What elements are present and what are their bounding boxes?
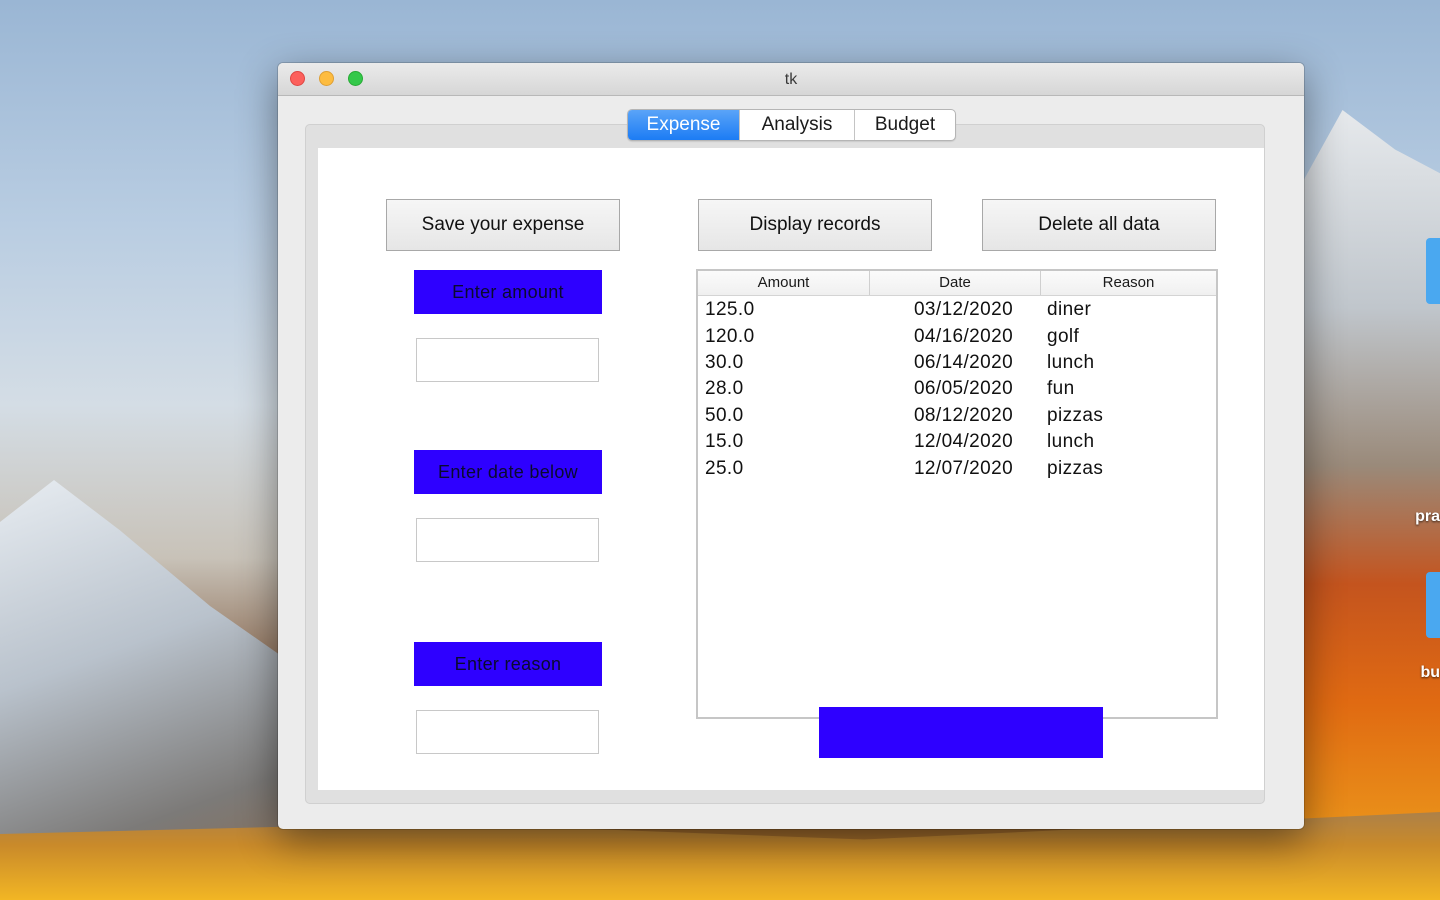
table-row[interactable]: 25.0 12/07/2020 pizzas [698, 455, 1216, 481]
records-table-body: 125.0 03/12/2020 diner 120.0 04/16/2020 … [698, 296, 1216, 482]
tab-analysis[interactable]: Analysis [740, 110, 855, 140]
result-label [819, 707, 1103, 758]
cell-date: 03/12/2020 [913, 299, 1014, 321]
cell-reason: lunch [1047, 351, 1095, 373]
cell-amount: 125.0 [705, 299, 755, 321]
table-row[interactable]: 15.0 12/04/2020 lunch [698, 429, 1216, 455]
cell-reason: golf [1047, 325, 1080, 347]
column-header-amount[interactable]: Amount [698, 271, 870, 295]
date-label: Enter date below [414, 450, 602, 494]
window-title: tk [784, 71, 798, 88]
column-header-reason[interactable]: Reason [1041, 271, 1216, 295]
desktop-file-icon[interactable] [1426, 572, 1440, 638]
cell-reason: diner [1047, 299, 1092, 321]
save-expense-button[interactable]: Save your expense [386, 199, 620, 251]
table-row[interactable]: 28.0 06/05/2020 fun [698, 376, 1216, 402]
app-window: tk Save your expense Display records Del… [278, 63, 1304, 829]
desktop-wallpaper-hillside [1290, 110, 1440, 900]
cell-date: 12/07/2020 [913, 457, 1014, 479]
cell-amount: 15.0 [705, 431, 744, 453]
notebook: Save your expense Display records Delete… [305, 124, 1265, 804]
records-table-header: Amount Date Reason [698, 271, 1216, 296]
cell-date: 06/05/2020 [913, 378, 1014, 400]
reason-label: Enter reason [414, 642, 602, 686]
title-bar[interactable]: tk [278, 63, 1304, 96]
expense-panel: Save your expense Display records Delete… [318, 148, 1264, 790]
cell-amount: 50.0 [705, 404, 744, 426]
table-row[interactable]: 120.0 04/16/2020 golf [698, 323, 1216, 349]
cell-reason: fun [1047, 378, 1075, 400]
cell-date: 06/14/2020 [913, 351, 1014, 373]
table-row[interactable]: 50.0 08/12/2020 pizzas [698, 403, 1216, 429]
reason-input[interactable] [416, 710, 599, 754]
records-table[interactable]: Amount Date Reason 125.0 03/12/2020 dine… [696, 269, 1218, 719]
cell-amount: 28.0 [705, 378, 744, 400]
tab-bar: Expense Analysis Budget [627, 109, 956, 141]
cell-date: 08/12/2020 [913, 404, 1014, 426]
desktop-file-icon[interactable] [1426, 238, 1440, 304]
desktop-file-label[interactable]: pra [1415, 508, 1440, 526]
cell-reason: pizzas [1047, 404, 1104, 426]
cell-reason: pizzas [1047, 457, 1104, 479]
delete-all-data-button[interactable]: Delete all data [982, 199, 1216, 251]
column-header-date[interactable]: Date [870, 271, 1041, 295]
cell-reason: lunch [1047, 431, 1095, 453]
amount-label: Enter amount [414, 270, 602, 314]
display-records-button[interactable]: Display records [698, 199, 932, 251]
cell-amount: 30.0 [705, 351, 744, 373]
tab-expense[interactable]: Expense [628, 110, 740, 140]
table-row[interactable]: 30.0 06/14/2020 lunch [698, 350, 1216, 376]
cell-date: 04/16/2020 [913, 325, 1014, 347]
tab-budget[interactable]: Budget [855, 110, 955, 140]
desktop-file-label[interactable]: bu [1420, 664, 1440, 682]
cell-amount: 25.0 [705, 457, 744, 479]
cell-amount: 120.0 [705, 325, 755, 347]
amount-input[interactable] [416, 338, 599, 382]
cell-date: 12/04/2020 [913, 431, 1014, 453]
date-input[interactable] [416, 518, 599, 562]
table-row[interactable]: 125.0 03/12/2020 diner [698, 297, 1216, 323]
